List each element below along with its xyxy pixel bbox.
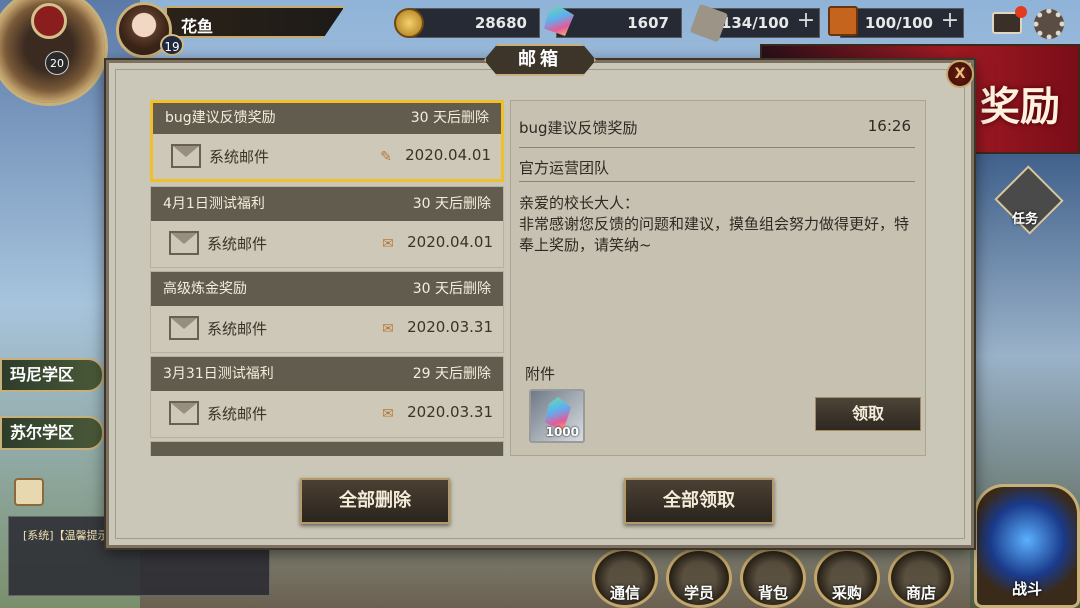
attachment-label: 附件 [525,365,556,383]
mail-type: 系统邮件 [209,148,270,166]
mail-title: 4月1日测试福利 [163,196,265,212]
mail-expire: 30 天后删除 [412,196,491,212]
detail-time: 16:26 [867,117,911,135]
nav-shop-label: 商店 [905,584,936,602]
mail-title: 3月31日测试福利 [163,366,274,382]
modal-title: 邮箱 [484,44,596,76]
delete-all-button[interactable]: 全部删除 [300,478,450,524]
attachment-item[interactable]: 1000 [529,389,585,443]
event-banner-text: 奖励 [980,83,1060,130]
battle-button[interactable]: 战斗 [974,484,1080,608]
mail-item[interactable]: 高级炼金奖励 30 天后删除 系统邮件 ✉ 2020.03.31 [150,271,504,353]
stamina-add-icon[interactable]: + [794,10,818,34]
mail-body: 系统邮件 ✉ 2020.04.01 [151,221,503,267]
divider [519,147,915,148]
notification-dot [1015,6,1027,18]
mail-expire: 30 天后删除 [412,281,491,297]
player-name-bar: 花鱼 [165,6,345,38]
nav-bag-label: 背包 [757,584,788,602]
zone-tag-mani[interactable]: 玛尼学区 [0,358,104,392]
chat-icon[interactable] [14,478,44,506]
nav-purchase[interactable]: 采购 [814,548,880,608]
clock-number: 20 [45,51,69,75]
detail-title: bug建议反馈奖励 [519,119,638,137]
detail-greeting: 亲爱的校长大人： [519,194,640,212]
player-name: 花鱼 [181,17,214,36]
nav-shop[interactable]: 商店 [888,548,954,608]
paperclip-icon: ✎ [380,149,392,165]
mail-header: bug建议反馈奖励 30 天后删除 [153,103,501,134]
claim-button[interactable]: 领取 [815,397,921,431]
mail-item[interactable]: bug建议反馈奖励 30 天后删除 系统邮件 ✎ 2020.04.01 [150,100,504,182]
mail-item[interactable]: 4月1日测试福利 30 天后删除 系统邮件 ✉ 2020.04.01 [150,186,504,268]
close-button[interactable]: X [946,60,974,88]
divider [519,181,915,182]
mail-date: 2020.04.01 [407,233,493,251]
mail-type: 系统邮件 [207,235,268,253]
mail-body: 系统邮件 ✉ 2020.03.31 [151,391,503,437]
detail-body: 亲爱的校长大人： 非常感谢您反馈的问题和建议，摸鱼组会努力做得更好，特奉上奖励，… [519,193,915,256]
player-level: 19 [160,34,184,56]
coin-counter: 28680 [410,8,540,38]
task-label: 任务 [1012,212,1039,227]
coin-icon [394,8,424,38]
mail-title: 高级炼金奖励 [163,281,247,297]
mail-expire: 30 天后删除 [410,110,489,126]
nav-students-label: 学员 [683,584,714,602]
nav-bag[interactable]: 背包 [740,548,806,608]
opened-attachment-icon: ✉ [382,236,394,252]
nav-comms[interactable]: 通信 [592,548,658,608]
mail-header [151,442,503,456]
zone-tag-suer[interactable]: 苏尔学区 [0,416,104,450]
nav-purchase-label: 采购 [831,584,862,602]
envelope-icon [169,231,199,255]
clock-face [31,3,67,39]
top-bar: 20 花鱼 19 28680 1607 134/100 + 100/100 + [0,0,1080,106]
mail-date: 2020.04.01 [405,146,491,164]
mail-type: 系统邮件 [207,320,268,338]
envelope-icon [169,401,199,425]
claim-all-button[interactable]: 全部领取 [624,478,774,524]
detail-sender: 官方运营团队 [519,159,610,177]
gear-icon[interactable] [1034,9,1064,39]
book-add-icon[interactable]: + [938,10,962,34]
opened-attachment-icon: ✉ [382,406,394,422]
mail-list[interactable]: bug建议反馈奖励 30 天后删除 系统邮件 ✎ 2020.04.01 4月1日… [150,100,504,456]
nav-comms-label: 通信 [609,584,640,602]
gem-counter: 1607 [556,8,682,38]
nav-students[interactable]: 学员 [666,548,732,608]
mail-detail: bug建议反馈奖励 16:26 官方运营团队 亲爱的校长大人： 非常感谢您反馈的… [510,100,926,456]
opened-attachment-icon: ✉ [382,321,394,337]
book-icon [828,6,858,36]
mail-date: 2020.03.31 [407,318,493,336]
mail-header: 3月31日测试福利 29 天后删除 [151,357,503,391]
mail-item-partial[interactable] [150,441,504,456]
mail-date: 2020.03.31 [407,403,493,421]
envelope-icon [171,144,201,168]
mail-item[interactable]: 3月31日测试福利 29 天后删除 系统邮件 ✉ 2020.03.31 [150,356,504,438]
envelope-icon [169,316,199,340]
mail-header: 高级炼金奖励 30 天后删除 [151,272,503,306]
mail-expire: 29 天后删除 [412,366,491,382]
mail-body: 系统邮件 ✎ 2020.04.01 [153,134,501,180]
attachment-count: 1000 [545,425,579,439]
mail-title: bug建议反馈奖励 [165,110,276,126]
chat-message: [系统]【温馨提示 [23,529,109,542]
detail-message: 非常感谢您反馈的问题和建议，摸鱼组会努力做得更好，特奉上奖励，请笑纳~ [519,215,910,254]
battle-label: 战斗 [1011,580,1042,598]
mail-type: 系统邮件 [207,405,268,423]
mail-body: 系统邮件 ✉ 2020.03.31 [151,306,503,352]
mail-header: 4月1日测试福利 30 天后删除 [151,187,503,221]
